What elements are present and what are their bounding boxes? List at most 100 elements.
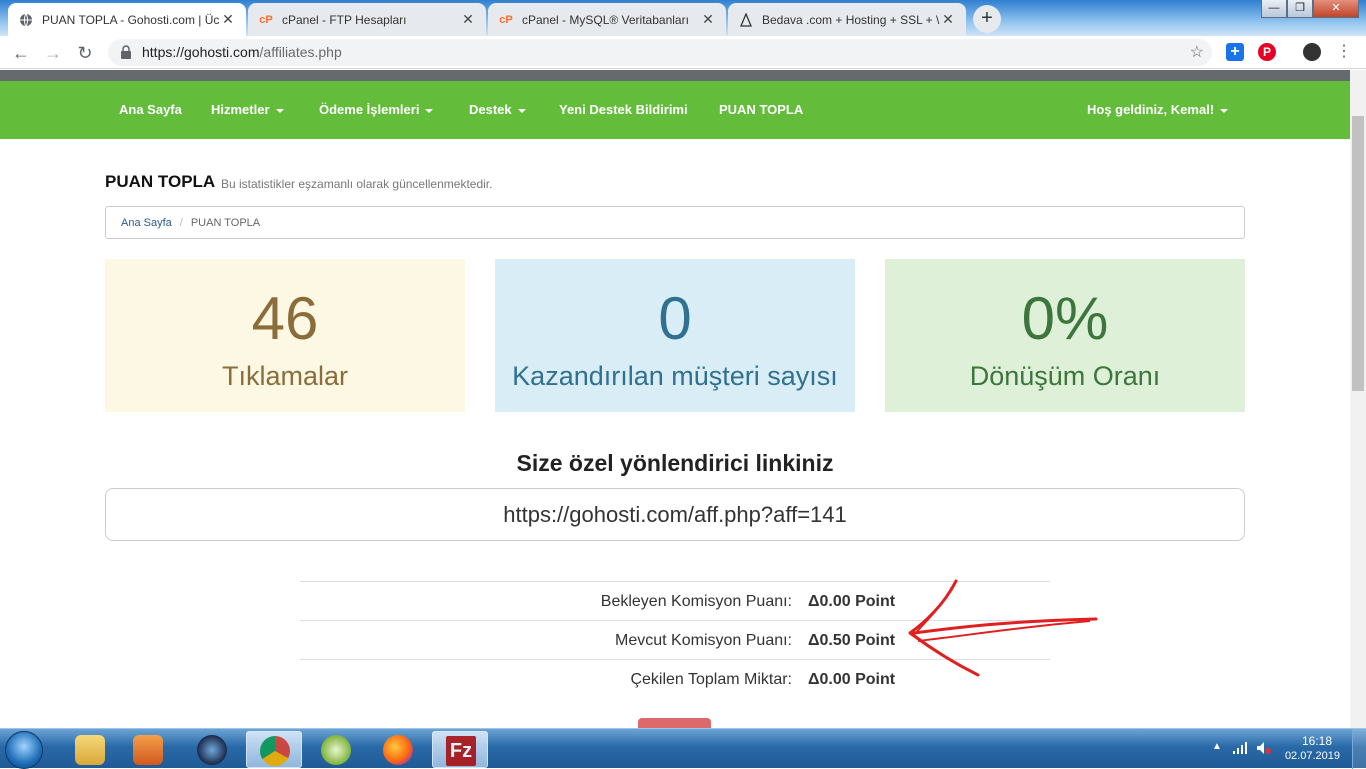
volume-muted-icon[interactable] bbox=[1256, 741, 1272, 755]
tab-title: PUAN TOPLA - Gohosti.com | Ücr bbox=[42, 12, 220, 27]
breadcrumb: Ana Sayfa / PUAN TOPLA bbox=[105, 206, 1245, 239]
tab-title: Bedava .com + Hosting + SSL + \ bbox=[762, 12, 940, 27]
clock-time[interactable]: 16:18 bbox=[1302, 734, 1332, 748]
explorer-icon bbox=[75, 735, 105, 765]
commission-label: Bekleyen Komisyon Puanı: bbox=[600, 593, 792, 610]
url-text: https://gohosti.com/affiliates.php bbox=[142, 44, 342, 60]
taskbar-media-player[interactable] bbox=[120, 731, 176, 768]
network-icon[interactable] bbox=[1232, 741, 1248, 755]
taskbar-filezilla[interactable]: Fz bbox=[432, 731, 488, 768]
globe-icon bbox=[18, 12, 34, 28]
close-icon[interactable]: ✕ bbox=[940, 11, 956, 28]
commission-value: Δ0.00 Point bbox=[808, 593, 896, 610]
cpanel-icon: cP bbox=[499, 13, 513, 26]
system-tray: ▲ 16:18 02.07.2019 bbox=[1186, 729, 1366, 769]
pinterest-icon[interactable]: P bbox=[1258, 43, 1276, 61]
taskbar-chrome[interactable] bbox=[246, 731, 302, 768]
profile-avatar[interactable] bbox=[1303, 43, 1321, 61]
red-arrow-annotation bbox=[908, 579, 1098, 677]
nav-label: Hizmetler bbox=[211, 102, 270, 117]
nav-odeme-islemleri[interactable]: Ödeme İşlemleri bbox=[319, 81, 434, 139]
nav-label: Yeni Destek Bildirimi bbox=[559, 102, 688, 117]
forward-button[interactable]: → bbox=[40, 40, 66, 66]
nav-label: Ödeme İşlemleri bbox=[319, 102, 420, 117]
windows-taskbar: Fz ▲ 16:18 02.07.2019 bbox=[0, 728, 1366, 769]
caret-down-icon bbox=[275, 108, 284, 113]
commission-value: Δ0.50 Point bbox=[808, 632, 896, 649]
nav-label: PUAN TOPLA bbox=[719, 102, 804, 117]
browser-tab-strip: PUAN TOPLA - Gohosti.com | Ücr ✕ cP cPan… bbox=[0, 0, 1366, 36]
caret-down-icon bbox=[517, 108, 526, 113]
stat-label: Tıklamalar bbox=[221, 361, 349, 391]
stat-label: Dönüşüm Oranı bbox=[969, 361, 1161, 391]
nav-hizmetler[interactable]: Hizmetler bbox=[211, 81, 284, 139]
media-player-icon bbox=[133, 735, 163, 765]
maximize-button[interactable]: ❐ bbox=[1287, 0, 1313, 18]
caret-down-icon bbox=[1220, 108, 1229, 113]
browser-toolbar: ← → ↻ https://gohosti.com/affiliates.php… bbox=[0, 36, 1366, 69]
reload-button[interactable]: ↻ bbox=[72, 40, 98, 66]
nav-yeni-destek-bildirimi[interactable]: Yeni Destek Bildirimi bbox=[559, 81, 688, 139]
filezilla-icon: Fz bbox=[446, 736, 476, 766]
tab-puan-topla[interactable]: PUAN TOPLA - Gohosti.com | Ücr ✕ bbox=[8, 3, 246, 36]
page-scrollbar[interactable] bbox=[1350, 70, 1366, 728]
tab-title: cPanel - FTP Hesapları bbox=[282, 12, 407, 27]
breadcrumb-current: PUAN TOPLA bbox=[190, 217, 261, 229]
page-content: Ana Sayfa Hizmetler Ödeme İşlemleri Dest… bbox=[0, 70, 1350, 728]
taskbar-rhino[interactable] bbox=[308, 731, 364, 768]
url-path: /affiliates.php bbox=[259, 44, 342, 60]
tab-bedava-hosting[interactable]: Bedava .com + Hosting + SSL + \ ✕ bbox=[728, 3, 966, 36]
stat-label: Kazandırılan müşteri sayısı bbox=[512, 361, 838, 391]
user-menu-label: Hoş geldiniz, Kemal! bbox=[1087, 102, 1215, 117]
close-icon[interactable]: ✕ bbox=[700, 11, 716, 28]
firefox-icon bbox=[383, 735, 413, 765]
taskbar-firefox[interactable] bbox=[370, 731, 426, 768]
stat-value: 0 bbox=[658, 285, 692, 352]
main-navbar: Ana Sayfa Hizmetler Ödeme İşlemleri Dest… bbox=[0, 81, 1350, 139]
cpanel-icon: cP bbox=[259, 13, 273, 26]
referral-link-box[interactable]: https://gohosti.com/aff.php?aff=141 bbox=[105, 488, 1245, 541]
lock-icon bbox=[121, 45, 131, 59]
stat-conversion-rate: 0% Dönüşüm Oranı bbox=[885, 259, 1245, 412]
scrollbar-thumb[interactable] bbox=[1352, 116, 1364, 391]
start-button[interactable] bbox=[5, 731, 43, 769]
new-tab-button[interactable]: + bbox=[973, 5, 1001, 33]
caret-down-icon bbox=[425, 108, 434, 113]
tab-cpanel-ftp[interactable]: cP cPanel - FTP Hesapları ✕ bbox=[248, 3, 486, 36]
breadcrumb-separator: / bbox=[179, 217, 183, 229]
nav-destek[interactable]: Destek bbox=[469, 81, 526, 139]
rhino-icon bbox=[321, 735, 351, 765]
show-desktop-button[interactable] bbox=[1352, 729, 1366, 769]
user-menu[interactable]: Hoş geldiniz, Kemal! bbox=[1087, 81, 1229, 139]
back-button[interactable]: ← bbox=[8, 40, 34, 66]
bookmark-star-icon[interactable]: ☆ bbox=[1190, 42, 1204, 62]
commission-label: Çekilen Toplam Miktar: bbox=[630, 671, 792, 688]
taskbar-cinema4d[interactable] bbox=[184, 731, 240, 768]
url-domain: https://gohosti.com bbox=[142, 44, 260, 60]
wizard-icon bbox=[738, 12, 754, 28]
menu-dots-icon[interactable]: ⋮ bbox=[1336, 43, 1352, 61]
page-subtitle: Bu istatistikler eşzamanlı olarak güncel… bbox=[221, 177, 493, 191]
withdraw-button[interactable] bbox=[638, 718, 711, 728]
breadcrumb-home-link[interactable]: Ana Sayfa bbox=[121, 217, 172, 229]
nav-label: Destek bbox=[469, 102, 512, 117]
stat-value: 46 bbox=[251, 285, 319, 352]
top-strip bbox=[0, 70, 1350, 81]
commission-label: Mevcut Komisyon Puanı: bbox=[615, 632, 792, 649]
tab-cpanel-mysql[interactable]: cP cPanel - MySQL® Veritabanları ✕ bbox=[488, 3, 726, 36]
cinema4d-icon bbox=[197, 735, 227, 765]
nav-ana-sayfa[interactable]: Ana Sayfa bbox=[119, 81, 182, 139]
close-icon[interactable]: ✕ bbox=[220, 11, 236, 28]
window-close-button[interactable]: ✕ bbox=[1313, 0, 1359, 18]
nav-puan-topla[interactable]: PUAN TOPLA bbox=[719, 81, 803, 139]
minimize-button[interactable]: — bbox=[1261, 0, 1287, 18]
clock-date[interactable]: 02.07.2019 bbox=[1285, 750, 1340, 762]
tab-title: cPanel - MySQL® Veritabanları bbox=[522, 12, 689, 27]
address-bar[interactable]: https://gohosti.com/affiliates.php ☆ bbox=[108, 39, 1212, 66]
tray-expand-icon[interactable]: ▲ bbox=[1212, 741, 1222, 752]
add-extension-icon[interactable]: + bbox=[1226, 43, 1244, 61]
stat-clicks: 46 Tıklamalar bbox=[105, 259, 465, 412]
close-icon[interactable]: ✕ bbox=[460, 11, 476, 28]
taskbar-explorer[interactable] bbox=[62, 731, 118, 768]
page-title: PUAN TOPLA bbox=[105, 172, 216, 191]
